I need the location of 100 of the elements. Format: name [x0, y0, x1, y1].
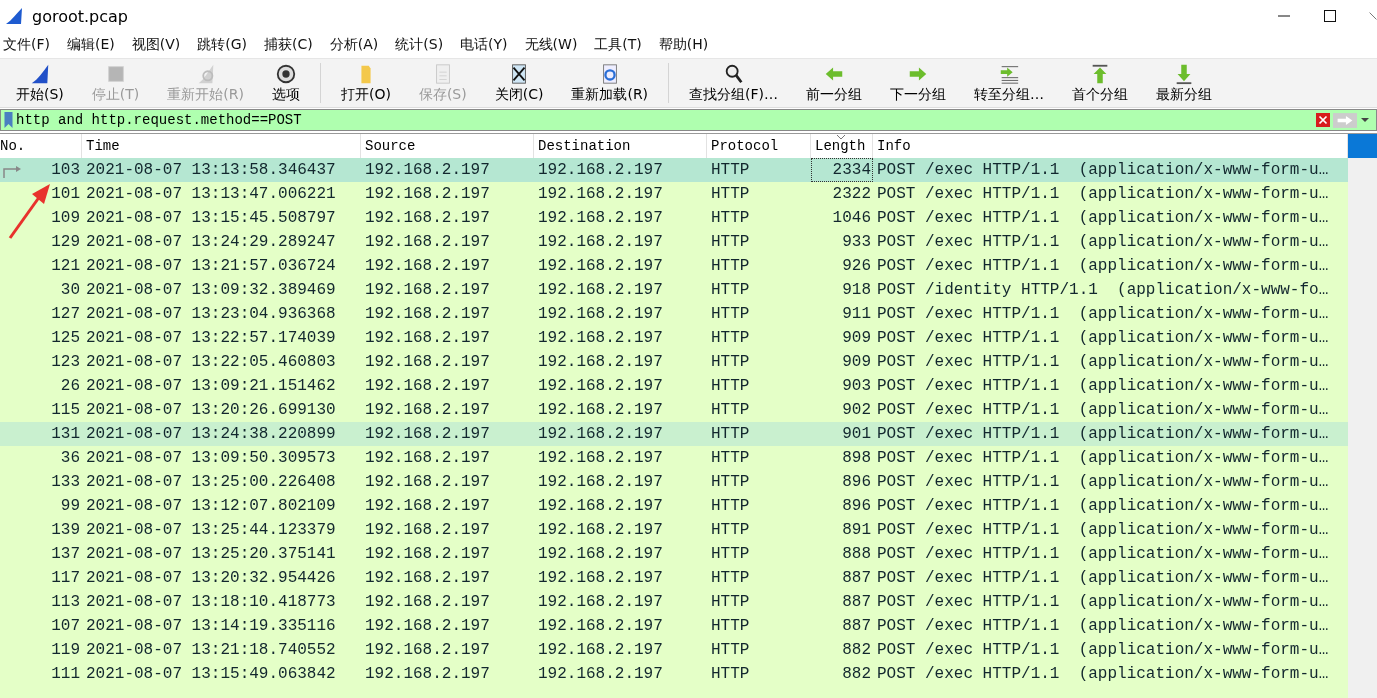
protocol-cell-text: HTTP: [710, 640, 751, 661]
info-cell-text: POST /exec HTTP/1.1 (application/x-www-form-u…: [876, 544, 1330, 565]
length-cell-text: 918: [841, 280, 872, 301]
menu-item[interactable]: 编辑(E): [64, 36, 129, 54]
menu-item[interactable]: 工具(T): [591, 36, 656, 54]
info-cell-text: POST /exec HTTP/1.1 (application/x-www-form-u…: [876, 568, 1330, 589]
toolbar-button[interactable]: 重新加载(R): [557, 59, 663, 107]
protocol-cell-text: HTTP: [710, 664, 751, 685]
source-cell-text: 192.168.2.197: [364, 664, 491, 685]
info-cell-text: POST /exec HTTP/1.1 (application/x-www-form-u…: [876, 208, 1330, 229]
menu-item[interactable]: 帮助(H): [655, 36, 723, 54]
time-cell-text: 2021-08-07 13:20:32.954426: [85, 568, 337, 589]
clear-icon[interactable]: [1316, 113, 1330, 127]
scrollbar-thumb[interactable]: [1348, 134, 1377, 158]
menu-item[interactable]: 跳转(G): [194, 36, 262, 54]
display-filter-field[interactable]: http and http.request.method==POST: [16, 112, 1316, 128]
toolbar-button[interactable]: 关闭(C): [480, 59, 558, 107]
length-cell-text: 898: [841, 448, 872, 469]
source-cell-text: 192.168.2.197: [364, 520, 491, 541]
destination-cell-text: 192.168.2.197: [537, 328, 664, 349]
scrollbar[interactable]: [1348, 134, 1377, 698]
length-cell-text: 882: [841, 640, 872, 661]
destination-cell-text: 192.168.2.197: [537, 520, 664, 541]
source-cell-text: 192.168.2.197: [364, 472, 491, 493]
packet-number: 123: [51, 353, 80, 371]
length-cell-text: 903: [841, 376, 872, 397]
destination-cell-text: 192.168.2.197: [537, 544, 664, 565]
toolbar-button[interactable]: 打开(O): [326, 59, 405, 107]
menu-item[interactable]: 文件(F): [0, 36, 64, 54]
source-cell-text: 192.168.2.197: [364, 184, 491, 205]
info-cell-text: POST /exec HTTP/1.1 (application/x-www-form-u…: [876, 184, 1330, 205]
toolbar-button[interactable]: 查找分组(F)…: [675, 59, 793, 107]
time-cell-text: 2021-08-07 13:15:45.508797: [85, 208, 337, 229]
menu-item[interactable]: 电话(Y): [457, 36, 522, 54]
protocol-cell-text: HTTP: [710, 496, 751, 517]
packet-number: 26: [60, 377, 80, 395]
source-cell-text: 192.168.2.197: [364, 640, 491, 661]
packet-row[interactable]: 103 2021-08-07 13:13:58.346437 192.168.2.197 192.168.2.197 HTTP 2334 POST /exec HTTP/1.1 (application/x-www-form-u…: [0, 158, 1348, 182]
dropdown-caret-icon[interactable]: [1360, 117, 1370, 123]
length-cell-text: 888: [841, 544, 872, 565]
destination-cell-text: 192.168.2.197: [537, 400, 664, 421]
toolbar-button[interactable]: 前一分组: [792, 59, 877, 107]
packet-number: 30: [60, 281, 80, 299]
packet-number: 103: [51, 161, 80, 179]
info-cell-text: POST /exec HTTP/1.1 (application/x-www-form-u…: [876, 424, 1330, 445]
packet-number: 137: [51, 545, 80, 563]
toolbar-button[interactable]: 转至分组…: [960, 59, 1059, 107]
menu-item[interactable]: 统计(S): [392, 36, 458, 54]
packet-row[interactable]: 131 2021-08-07 13:24:38.220899 192.168.2.197 192.168.2.197 HTTP 901 POST /exec HTTP/1.1 (application/x-www-form-u…: [0, 422, 1348, 446]
packet-number: 117: [51, 569, 80, 587]
info-cell-text: POST /exec HTTP/1.1 (application/x-www-form-u…: [876, 640, 1330, 661]
destination-cell-text: 192.168.2.197: [537, 208, 664, 229]
bookmark-icon[interactable]: [4, 112, 13, 128]
time-cell-text: 2021-08-07 13:13:47.006221: [85, 184, 337, 205]
source-cell-text: 192.168.2.197: [364, 280, 491, 301]
protocol-cell-text: HTTP: [710, 160, 751, 181]
length-cell-text: 896: [841, 472, 872, 493]
length-cell-text: 909: [841, 352, 872, 373]
time-cell-text: 2021-08-07 13:24:38.220899: [85, 424, 337, 445]
filter-bar[interactable]: http and http.request.method==POST: [0, 109, 1377, 131]
protocol-cell-text: HTTP: [710, 592, 751, 613]
destination-cell-text: 192.168.2.197: [537, 352, 664, 373]
destination-cell-text: 192.168.2.197: [537, 664, 664, 685]
toolbar-button[interactable]: 选项: [257, 59, 314, 107]
menu-item[interactable]: 无线(W): [521, 36, 592, 54]
length-cell-text: 901: [841, 424, 872, 445]
time-cell-text: 2021-08-07 13:09:32.389469: [85, 280, 337, 301]
source-cell-text: 192.168.2.197: [364, 328, 491, 349]
destination-cell-text: 192.168.2.197: [537, 184, 664, 205]
menu-item[interactable]: 视图(V): [128, 36, 195, 54]
time-cell-text: 2021-08-07 13:21:18.740552: [85, 640, 337, 661]
time-cell-text: 2021-08-07 13:25:20.375141: [85, 544, 337, 565]
source-cell-text: 192.168.2.197: [364, 376, 491, 397]
info-cell-text: POST /exec HTTP/1.1 (application/x-www-form-u…: [876, 232, 1330, 253]
menu-item[interactable]: 分析(A): [326, 36, 393, 54]
length-cell-text: 2322: [831, 184, 872, 205]
protocol-cell-text: HTTP: [710, 256, 751, 277]
info-cell-text: POST /exec HTTP/1.1 (application/x-www-form-u…: [876, 472, 1330, 493]
protocol-cell-text: HTTP: [710, 304, 751, 325]
time-cell-text: 2021-08-07 13:09:21.151462: [85, 376, 337, 397]
packet-number: 115: [51, 401, 80, 419]
info-cell-text: POST /exec HTTP/1.1 (application/x-www-form-u…: [876, 160, 1330, 181]
toolbar-button[interactable]: 开始(S): [2, 59, 78, 107]
menu-item[interactable]: 捕获(C): [261, 36, 327, 54]
protocol-cell-text: HTTP: [710, 232, 751, 253]
source-cell-text: 192.168.2.197: [364, 208, 491, 229]
packet-number: 121: [51, 257, 80, 275]
sort-caret-icon: [836, 134, 846, 140]
maximize-icon[interactable]: [1323, 9, 1337, 23]
length-cell-text: 882: [841, 664, 872, 685]
time-cell-text: 2021-08-07 13:20:26.699130: [85, 400, 337, 421]
protocol-cell-text: HTTP: [710, 208, 751, 229]
related-packet-icon: [2, 164, 22, 178]
packet-number: 101: [51, 185, 80, 203]
toolbar-button[interactable]: 下一分组: [876, 59, 961, 107]
packet-number: 139: [51, 521, 80, 539]
toolbar-button[interactable]: 最新分组: [1142, 59, 1227, 107]
toolbar-button[interactable]: 首个分组: [1058, 59, 1143, 107]
length-cell-text: 887: [841, 616, 872, 637]
time-cell-text: 2021-08-07 13:09:50.309573: [85, 448, 337, 469]
